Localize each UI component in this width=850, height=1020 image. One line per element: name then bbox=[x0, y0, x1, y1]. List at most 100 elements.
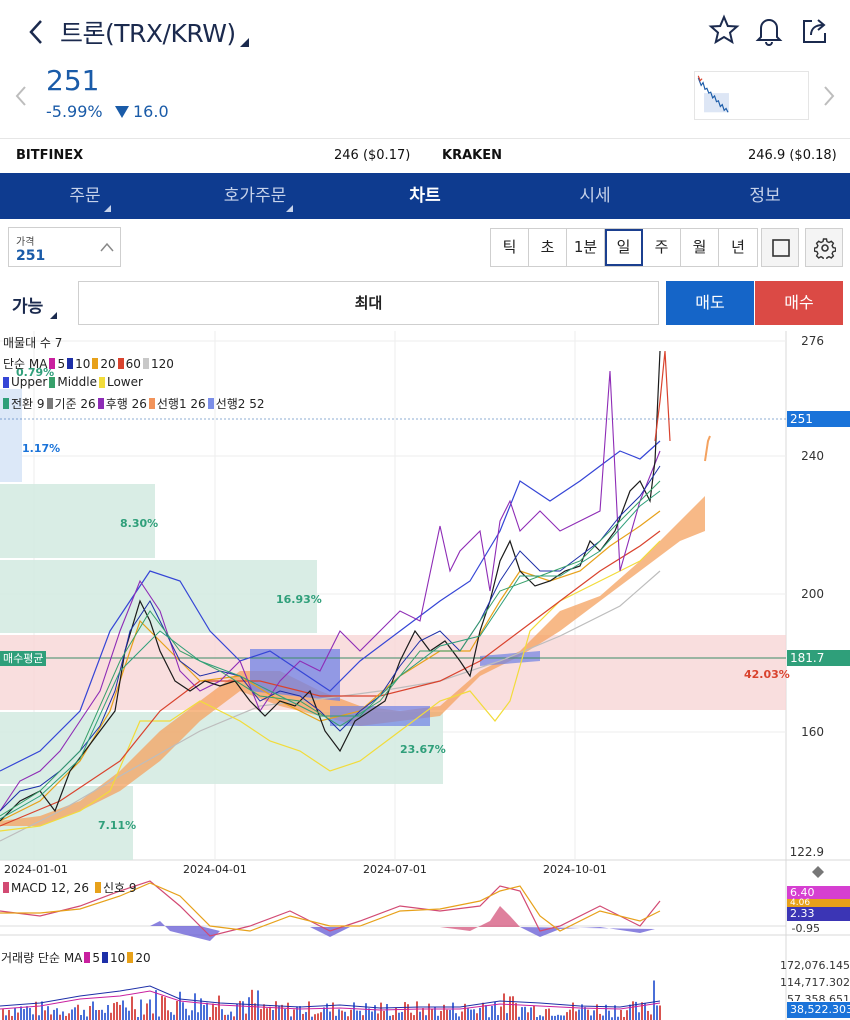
volume-bar bbox=[539, 1015, 541, 1020]
back-icon[interactable] bbox=[26, 18, 46, 46]
settings-button[interactable] bbox=[805, 228, 843, 267]
current-price: 251 bbox=[46, 64, 100, 97]
buy-button[interactable]: 매수 bbox=[755, 281, 843, 325]
period-day[interactable]: 일 bbox=[605, 229, 643, 266]
swatch bbox=[97, 398, 104, 409]
volume-bar bbox=[650, 1014, 652, 1020]
volume-bar bbox=[422, 1008, 424, 1020]
price-summary: 251 -5.99% 16.0 bbox=[0, 62, 850, 138]
available-selector[interactable]: 가능 bbox=[12, 292, 43, 317]
volume-bar bbox=[188, 1015, 190, 1020]
price-selector[interactable]: 가격 251 bbox=[8, 227, 121, 267]
period-year[interactable]: 년 bbox=[719, 229, 757, 266]
star-icon[interactable] bbox=[708, 14, 740, 46]
volume-bar bbox=[515, 1003, 517, 1020]
volume-bar bbox=[98, 1010, 100, 1020]
volume-bar bbox=[293, 1009, 295, 1020]
period-second[interactable]: 초 bbox=[529, 229, 567, 266]
volume-bar bbox=[398, 1012, 400, 1020]
volume-bar bbox=[50, 1014, 52, 1020]
volume-bar bbox=[557, 1014, 559, 1020]
y-axis-label: 160 bbox=[801, 725, 824, 739]
volume-bar bbox=[593, 1010, 595, 1020]
volume-bar bbox=[656, 1005, 658, 1020]
volume-bar bbox=[89, 1006, 91, 1020]
volume-bar bbox=[599, 1013, 601, 1020]
volume-bar bbox=[227, 1014, 229, 1020]
legend-volume: 거래량 단순 MA 5 10 20 bbox=[1, 949, 151, 966]
volume-bar bbox=[218, 995, 220, 1020]
tab-label: 차트 bbox=[409, 186, 441, 206]
volume-bar bbox=[53, 1009, 55, 1020]
volume-bar bbox=[569, 1009, 571, 1020]
order-row: 가능 최대 매도 매수 bbox=[0, 281, 850, 331]
volume-bar bbox=[41, 1001, 43, 1020]
current-price-marker: 251 bbox=[787, 411, 850, 427]
max-quantity-button[interactable]: 최대 bbox=[78, 281, 659, 325]
volume-bar bbox=[350, 1009, 352, 1020]
tab-order[interactable]: 주문 bbox=[0, 173, 170, 219]
change-percent: -5.99% bbox=[46, 102, 103, 121]
volume-bar bbox=[479, 1007, 481, 1020]
volume-bar bbox=[608, 1010, 610, 1020]
volume-axis-label: 57,358.651 bbox=[787, 993, 850, 1001]
title-dropdown-icon[interactable] bbox=[240, 38, 249, 47]
tab-chart[interactable]: 차트 bbox=[340, 173, 510, 219]
volume-bar bbox=[125, 1007, 127, 1020]
tab-info[interactable]: 정보 bbox=[680, 173, 850, 219]
volume-bar bbox=[194, 993, 196, 1020]
period-1min[interactable]: 1분 bbox=[567, 229, 605, 266]
volume-bar bbox=[56, 1008, 58, 1020]
volume-bar bbox=[254, 1003, 256, 1020]
volume-bar bbox=[74, 1007, 76, 1020]
volume-bar bbox=[140, 999, 142, 1020]
header: 트론(TRX/KRW) bbox=[0, 0, 850, 62]
volume-bar bbox=[17, 1012, 19, 1020]
exchange-name: BITFINEX bbox=[16, 148, 84, 163]
share-icon[interactable] bbox=[799, 14, 831, 46]
volume-bar bbox=[116, 1001, 118, 1020]
volume-bar bbox=[425, 1015, 427, 1020]
volume-bar bbox=[320, 1012, 322, 1020]
volume-bar bbox=[44, 1010, 46, 1020]
volume-bar bbox=[383, 1010, 385, 1020]
tab-market[interactable]: 시세 bbox=[510, 173, 680, 219]
next-coin-icon[interactable] bbox=[822, 84, 836, 108]
fullscreen-button[interactable] bbox=[761, 228, 799, 267]
volume-bar bbox=[20, 1006, 22, 1020]
legend-volume-profile: 매물대 수 7 bbox=[3, 336, 63, 350]
volume-bar bbox=[86, 1016, 88, 1020]
volume-bar bbox=[344, 1011, 346, 1020]
volume-bar bbox=[233, 1016, 235, 1020]
volume-bar bbox=[476, 1013, 478, 1020]
volume-bar bbox=[182, 1002, 184, 1020]
tab-menu-icon bbox=[104, 205, 111, 212]
volume-bar bbox=[551, 1015, 553, 1020]
chart-canvas[interactable] bbox=[0, 331, 850, 1020]
period-month[interactable]: 월 bbox=[681, 229, 719, 266]
bell-icon[interactable] bbox=[753, 14, 785, 46]
period-tick[interactable]: 틱 bbox=[491, 229, 529, 266]
legend-volume-label: 거래량 단순 MA bbox=[1, 951, 83, 965]
period-week[interactable]: 주 bbox=[643, 229, 681, 266]
tab-label: 정보 bbox=[749, 186, 781, 206]
volume-bar bbox=[302, 1013, 304, 1020]
volume-bar bbox=[461, 1011, 463, 1020]
tab-orderbook[interactable]: 호가주문 bbox=[170, 173, 340, 219]
legend-item: 5 bbox=[92, 950, 101, 965]
legend-item: 10 bbox=[75, 356, 91, 371]
page-title[interactable]: 트론(TRX/KRW) bbox=[60, 14, 236, 50]
volume-bar bbox=[149, 999, 151, 1020]
legend-item: 60 bbox=[125, 356, 141, 371]
volume-bar bbox=[23, 1009, 25, 1020]
volume-bar bbox=[338, 1009, 340, 1020]
volume-bar bbox=[521, 1007, 523, 1020]
prev-coin-icon[interactable] bbox=[14, 84, 28, 108]
sell-button[interactable]: 매도 bbox=[666, 281, 754, 325]
volume-bar bbox=[14, 1007, 16, 1020]
dropdown-icon bbox=[50, 312, 57, 319]
volume-bar bbox=[482, 1002, 484, 1020]
y-axis-label: 122.9 bbox=[789, 845, 824, 859]
volume-bar bbox=[638, 1012, 640, 1020]
price-chart[interactable]: 276 251 240 200 181.7 160 122.9 매수평균 42.… bbox=[0, 331, 850, 1020]
